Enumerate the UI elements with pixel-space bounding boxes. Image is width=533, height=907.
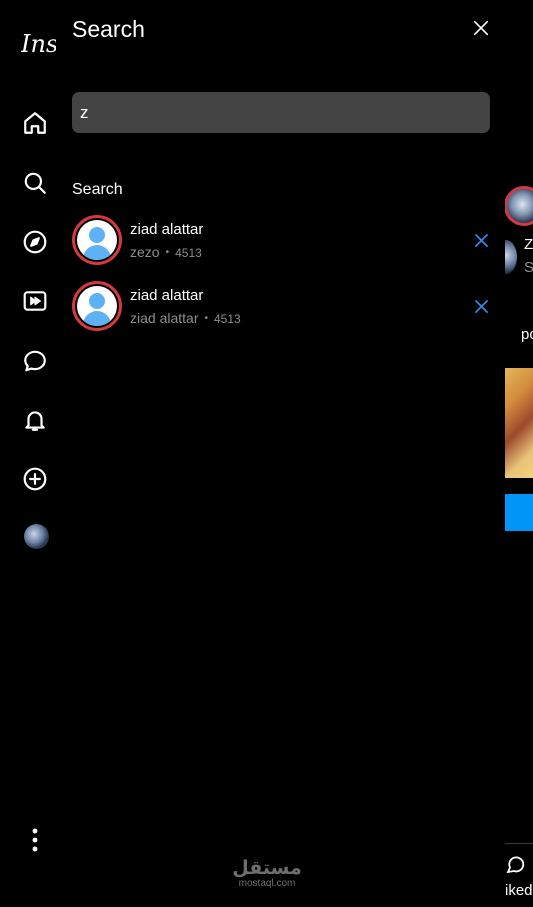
search-panel-title: Search: [72, 16, 145, 42]
result-username: zezo: [130, 244, 160, 260]
post-username[interactable]: po: [521, 326, 533, 343]
remove-result-icon[interactable]: [472, 297, 490, 315]
result-name: ziad alattar: [130, 221, 204, 238]
post-image[interactable]: [505, 368, 533, 478]
home-icon[interactable]: [20, 108, 50, 138]
result-avatar-ring: [72, 215, 122, 265]
result-subtitle: ziad alattar • 4513: [130, 310, 241, 326]
search-result-item[interactable]: ziad alattar ziad alattar • 4513: [72, 281, 492, 335]
result-username: ziad alattar: [130, 310, 199, 326]
divider: [505, 843, 533, 844]
default-avatar-icon: [77, 286, 117, 326]
remove-result-icon[interactable]: [472, 231, 490, 249]
reels-icon[interactable]: [20, 286, 50, 316]
create-icon[interactable]: [20, 464, 50, 494]
default-avatar-icon: [77, 220, 117, 260]
search-icon[interactable]: [20, 168, 50, 198]
story-avatar[interactable]: [505, 186, 533, 226]
search-result-item[interactable]: ziad alattar zezo • 4513: [72, 215, 492, 269]
suggestion-avatar[interactable]: [505, 240, 517, 274]
mostaql-watermark: مستقل mostaql.com: [222, 858, 312, 889]
watermark-arabic: مستقل: [232, 857, 302, 879]
messages-icon[interactable]: [20, 346, 50, 376]
more-icon[interactable]: [20, 826, 50, 854]
follow-button[interactable]: [505, 494, 533, 531]
result-count: 4513: [175, 246, 202, 260]
explore-icon[interactable]: [20, 227, 50, 257]
result-count: 4513: [214, 312, 241, 326]
instagram-logo[interactable]: Instagram: [21, 30, 57, 62]
result-subtitle: zezo • 4513: [130, 244, 202, 260]
profile-avatar[interactable]: [24, 524, 49, 549]
result-avatar-ring: [72, 281, 122, 331]
feed-preview: Z S po iked: [505, 0, 533, 907]
notifications-icon[interactable]: [20, 405, 50, 435]
watermark-latin: mostaql.com: [238, 878, 296, 889]
suggestion-name[interactable]: Z: [524, 236, 533, 253]
result-name: ziad alattar: [130, 287, 204, 304]
likes-text: iked: [505, 882, 533, 899]
search-section-label: Search: [72, 181, 123, 198]
search-box[interactable]: [72, 92, 490, 133]
search-input[interactable]: [80, 102, 490, 123]
suggestion-subtitle: S: [524, 259, 533, 276]
close-icon[interactable]: [470, 17, 492, 39]
search-panel: Search Search ziad alattar zezo•4513 zia…: [56, 0, 505, 907]
comment-icon[interactable]: [505, 854, 525, 874]
